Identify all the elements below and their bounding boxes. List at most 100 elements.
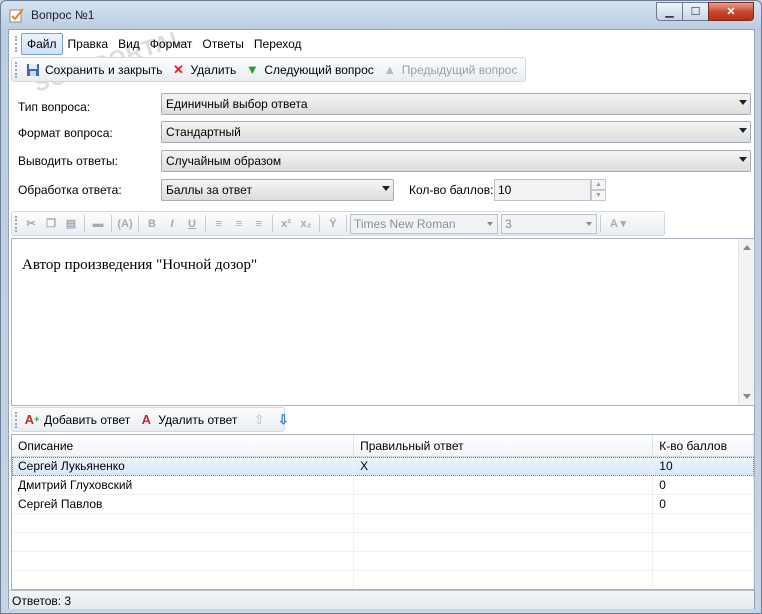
cell-description[interactable]: Сергей Павлов [12, 495, 355, 513]
points-label: Кол-во баллов: [409, 183, 494, 197]
title-bar[interactable]: Вопрос №1 ▁ ☐ ✕ [1, 1, 761, 29]
remove-answer-icon: A [141, 412, 151, 427]
font-family-value: Times New Roman [354, 216, 456, 231]
cell-description[interactable]: Дмитрий Глуховский [12, 476, 355, 494]
show-answers-select[interactable]: Случайным образом [161, 150, 751, 172]
question-type-value: Единичный выбор ответа [166, 97, 308, 111]
answers-toolbar-grip[interactable] [15, 411, 17, 428]
menu-file[interactable]: Файл [21, 33, 63, 55]
table-row[interactable]: Сергей Павлов 0 [12, 495, 754, 514]
add-answer-label: Добавить ответ [44, 412, 131, 427]
menu-answers[interactable]: Ответы [197, 34, 248, 54]
answers-grid: Описание Правильный ответ К-во баллов Се… [11, 434, 755, 590]
minimize-button[interactable]: ▁ [656, 2, 683, 21]
format-toolbar-grip[interactable] [15, 215, 18, 232]
points-spinner[interactable]: 10 ▲ ▼ [494, 179, 606, 201]
floppy-disk-icon [25, 62, 41, 78]
delete-x-icon: ✕ [173, 62, 184, 77]
superscript-icon[interactable]: x² [276, 215, 296, 233]
cell-correct[interactable] [354, 476, 654, 494]
italic-icon[interactable]: I [162, 215, 182, 233]
question-format-value: Стандартный [166, 125, 241, 139]
delete-button[interactable]: ✕ Удалить [166, 60, 240, 80]
cell-points[interactable]: 0 [653, 476, 754, 494]
separator [600, 215, 601, 232]
points-value: 10 [498, 183, 512, 197]
processing-select[interactable]: Баллы за ответ [161, 179, 394, 201]
paste-icon[interactable]: ▤ [61, 215, 81, 233]
font-size-value: 3 [505, 216, 512, 231]
menu-format[interactable]: Формат [145, 34, 198, 54]
table-row[interactable]: Дмитрий Глуховский 0 [12, 476, 754, 495]
menu-navigate[interactable]: Переход [249, 34, 307, 54]
editor-scrollbar[interactable] [738, 239, 754, 405]
question-text: Автор произведения "Ночной дозор" [22, 257, 258, 273]
special-char-icon[interactable]: Ÿ [323, 215, 343, 233]
prev-question-button[interactable]: ▲ Предыдущий вопрос [378, 60, 522, 80]
column-description[interactable]: Описание [12, 435, 355, 456]
question-format-select[interactable]: Стандартный [161, 121, 751, 143]
separator [205, 215, 206, 232]
move-down-button[interactable]: ⇩ [271, 410, 295, 430]
chevron-down-icon [382, 186, 390, 191]
maximize-button[interactable]: ☐ [682, 2, 709, 21]
cell-points[interactable]: 0 [653, 495, 754, 513]
cell-correct[interactable] [354, 495, 654, 513]
question-edit-icon [9, 7, 25, 23]
column-correct[interactable]: Правильный ответ [354, 435, 654, 456]
question-format-label: Формат вопроса: [18, 126, 113, 140]
chevron-down-icon [487, 221, 493, 226]
subscript-icon[interactable]: x₂ [296, 215, 316, 233]
next-question-button[interactable]: ▼ Следующий вопрос [240, 60, 377, 80]
show-answers-label: Выводить ответы: [18, 154, 118, 168]
font-family-select[interactable]: Times New Roman [350, 213, 498, 234]
close-button[interactable]: ✕ [708, 2, 754, 21]
format-toolbar: ✂ ❐ ▤ ▬ (A) B I U ≡ ≡ ≡ x² x₂ Ÿ Times Ne… [11, 211, 665, 236]
cell-description[interactable]: Сергей Лукьяненко [12, 457, 355, 475]
spinner-buttons: ▲ ▼ [591, 179, 606, 201]
bold-icon[interactable]: B [142, 215, 162, 233]
scroll-down-icon[interactable] [743, 394, 751, 399]
arrow-up-gray-icon: ▲ [383, 62, 397, 77]
prev-question-label: Предыдущий вопрос [401, 62, 518, 77]
status-bar: Ответов: 3 [9, 590, 754, 609]
spin-up-button[interactable]: ▲ [591, 179, 606, 190]
separator [84, 215, 85, 232]
cell-points[interactable]: 10 [653, 457, 754, 475]
table-row[interactable]: Сергей Лукьяненко X 10 [12, 457, 754, 476]
answers-toolbar: A + Добавить ответ A Удалить ответ ⇧ ⇩ [11, 407, 289, 432]
font-size-select[interactable]: 3 [501, 213, 597, 234]
toolbar-grip[interactable] [15, 61, 18, 78]
menu-view[interactable]: Вид [113, 34, 145, 54]
column-points[interactable]: К-во баллов [653, 435, 754, 456]
save-close-button[interactable]: Сохранить и закрыть [21, 60, 166, 80]
arrow-down-icon: ⇩ [277, 412, 289, 427]
copy-icon[interactable]: ❐ [41, 215, 61, 233]
spin-down-button[interactable]: ▼ [591, 190, 606, 201]
font-color-icon[interactable]: A ▾ [604, 215, 632, 233]
move-up-button[interactable]: ⇧ [247, 410, 271, 430]
align-center-icon[interactable]: ≡ [229, 215, 249, 233]
align-left-icon[interactable]: ≡ [209, 215, 229, 233]
question-window: Вопрос №1 ▁ ☐ ✕ SOFTPORTAL Файл Правка В… [0, 0, 762, 614]
image-icon[interactable]: ▬ [88, 215, 108, 233]
question-type-select[interactable]: Единичный выбор ответа [161, 93, 751, 115]
show-answers-value: Случайным образом [166, 154, 282, 168]
question-text-editor[interactable]: Автор произведения "Ночной дозор" [11, 238, 755, 406]
remove-answer-button[interactable]: A Удалить ответ [134, 410, 241, 430]
align-right-icon[interactable]: ≡ [249, 215, 269, 233]
menu-edit[interactable]: Правка [63, 34, 114, 54]
menu-grip[interactable] [15, 36, 18, 52]
scroll-up-icon[interactable] [743, 245, 751, 250]
empty-row [12, 514, 754, 533]
cut-icon[interactable]: ✂ [21, 215, 41, 233]
font-dialog-icon[interactable]: (A) [115, 215, 135, 233]
underline-icon[interactable]: U [182, 215, 202, 233]
chevron-down-icon [739, 128, 747, 133]
window-client-area: SOFTPORTAL Файл Правка Вид Формат Ответы… [8, 24, 755, 609]
minimize-icon: ▁ [665, 6, 674, 18]
add-answer-button[interactable]: A + Добавить ответ [20, 410, 134, 430]
cell-correct[interactable]: X [354, 457, 654, 475]
separator [319, 215, 320, 232]
arrow-up-icon: ⇧ [253, 412, 265, 427]
